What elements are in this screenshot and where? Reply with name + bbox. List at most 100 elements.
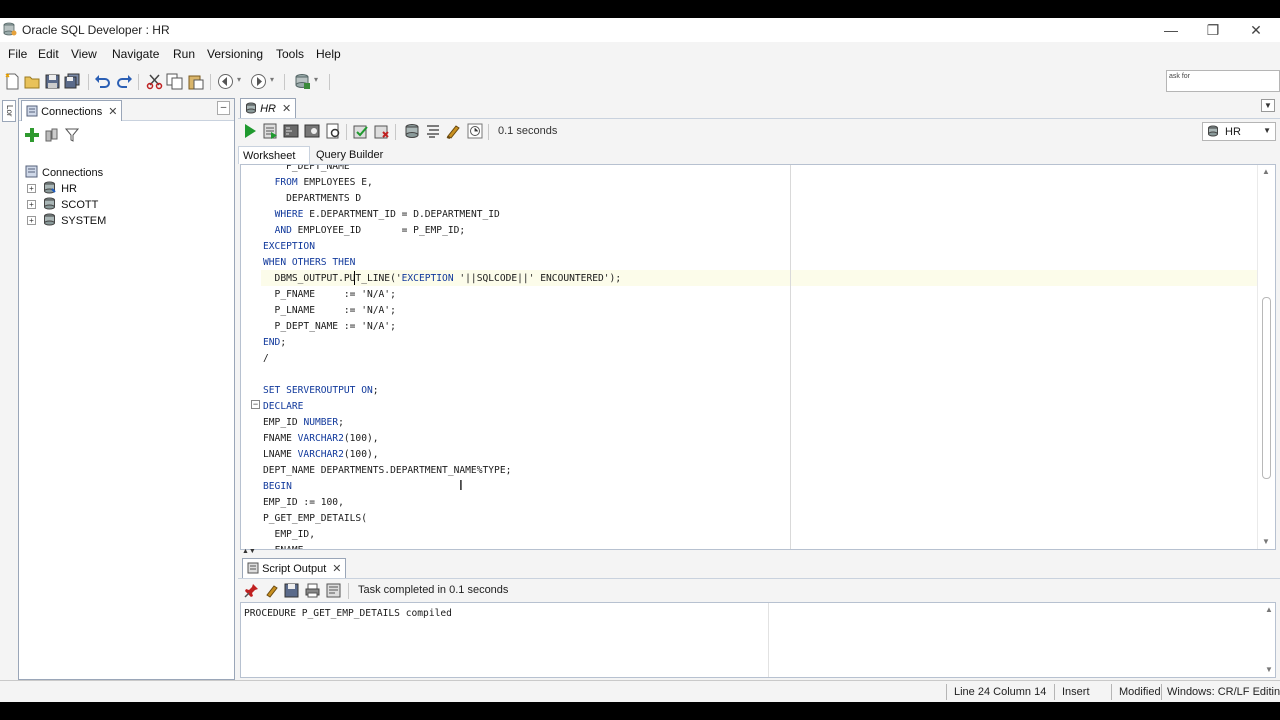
tab-connections-label: Connections (41, 106, 103, 118)
save-all-icon[interactable] (64, 73, 81, 90)
minimize-button[interactable]: — (1156, 20, 1186, 40)
close-tab-icon[interactable]: ✕ (332, 563, 341, 575)
code-line: EMP_ID := 100, (263, 497, 344, 508)
tree-item-label: SYSTEM (61, 215, 107, 227)
restore-button[interactable]: ❐ (1198, 20, 1228, 40)
close-button[interactable]: ✕ (1241, 20, 1271, 40)
tab-query-builder[interactable]: Query Builder (312, 146, 387, 164)
tab-worksheet[interactable]: Worksheet (238, 146, 310, 164)
sql-tuning-icon[interactable] (325, 123, 341, 139)
code-line: DEPT_NAME DEPARTMENTS.DEPARTMENT_NAME%TY… (263, 465, 512, 476)
forward-icon[interactable] (250, 73, 267, 90)
explain-plan-icon[interactable] (304, 123, 320, 139)
code-line: AND EMPLOYEE_ID = P_EMP_ID; (274, 225, 466, 236)
print-icon[interactable] (305, 583, 320, 598)
open-file-icon[interactable] (326, 583, 341, 598)
scroll-down-icon[interactable]: ▼ (1262, 537, 1270, 546)
scroll-up-icon[interactable]: ▲ (1265, 605, 1273, 614)
clear-output-icon[interactable] (264, 583, 279, 598)
code-line: WHERE E.DEPARTMENT_ID = D.DEPARTMENT_ID (274, 209, 500, 220)
sql-worksheet-icon[interactable] (294, 73, 311, 90)
add-connection-icon[interactable] (25, 128, 39, 142)
save-output-icon[interactable] (284, 583, 299, 598)
splitter[interactable]: ▲▼ (240, 548, 1276, 556)
menu-navigate[interactable]: Navigate (112, 47, 159, 61)
forward-dropdown-icon[interactable]: ▾ (270, 75, 274, 84)
tree-item-system[interactable]: + SYSTEM (27, 213, 106, 229)
pin-icon[interactable] (244, 583, 259, 598)
save-icon[interactable] (44, 73, 61, 90)
tree-root-connections[interactable]: Connections (25, 165, 103, 181)
toolbar-separator (348, 583, 349, 599)
new-file-icon[interactable] (4, 73, 21, 90)
line-endings: Windows: CR/LF Editing (1167, 686, 1280, 698)
autotrace-icon[interactable] (283, 123, 299, 139)
menu-file[interactable]: File (8, 47, 27, 61)
tab-script-output[interactable]: Script Output ✕ (242, 558, 347, 578)
vertical-scrollbar[interactable]: ▲ ▼ (1257, 165, 1275, 549)
clear-icon[interactable] (445, 123, 461, 139)
document-list-dropdown[interactable]: ▼ (1261, 99, 1275, 112)
tree-item-label: SCOTT (61, 199, 99, 211)
tab-connections[interactable]: Connections ✕ (21, 100, 123, 121)
fold-toggle[interactable]: − (251, 400, 260, 409)
expand-icon[interactable]: + (27, 200, 36, 209)
unshared-worksheet-icon[interactable] (404, 123, 420, 139)
status-separator (1054, 684, 1055, 700)
menu-help[interactable]: Help (316, 47, 341, 61)
run-script-icon[interactable] (262, 123, 278, 139)
filter-icon[interactable] (65, 128, 79, 142)
script-output-text[interactable]: PROCEDURE P_GET_EMP_DETAILS compiled ▲ ▼ (240, 602, 1276, 678)
minimize-panel-button[interactable]: – (217, 101, 230, 115)
open-folder-icon[interactable] (24, 73, 41, 90)
code-line: FROM EMPLOYEES E, (274, 177, 373, 188)
menu-run[interactable]: Run (173, 47, 195, 61)
title-bar: Oracle SQL Developer : HR — ❐ ✕ (0, 18, 1280, 42)
code-editor[interactable]: − P_DEPT_NAME FROM EMPLOYEES E, DEPARTME… (240, 164, 1276, 550)
menu-tools[interactable]: Tools (276, 47, 304, 61)
left-side-strip: Lor (0, 98, 18, 678)
expand-icon[interactable]: + (27, 184, 36, 193)
commit-icon[interactable] (353, 123, 369, 139)
format-icon[interactable] (425, 123, 441, 139)
refresh-connections-icon[interactable] (45, 128, 59, 142)
back-dropdown-icon[interactable]: ▾ (237, 75, 241, 84)
ask-search-box[interactable]: ask for (1166, 70, 1280, 92)
left-side-tab[interactable]: Lor (2, 100, 16, 122)
i-beam-cursor: I (459, 479, 463, 494)
script-output-icon (247, 562, 259, 574)
cut-icon[interactable] (146, 73, 163, 90)
code-line: EMP_ID NUMBER; (263, 417, 344, 428)
menu-view[interactable]: View (71, 47, 97, 61)
right-margin-guide (790, 165, 791, 549)
connection-selector[interactable]: HR ▼ (1202, 122, 1276, 141)
menu-versioning[interactable]: Versioning (207, 47, 263, 61)
code-line: FNAME VARCHAR2(100), (263, 433, 379, 444)
splitter-arrows-icon[interactable]: ▲▼ (242, 548, 256, 555)
scroll-down-icon[interactable]: ▼ (1265, 665, 1273, 674)
tab-hr-worksheet[interactable]: HR ✕ (240, 98, 297, 118)
scrollbar-thumb[interactable] (1262, 297, 1271, 479)
toolbar-separator (138, 74, 139, 90)
run-statement-icon[interactable] (242, 123, 258, 139)
expand-icon[interactable]: + (27, 216, 36, 225)
tree-item-scott[interactable]: + SCOTT (27, 197, 98, 213)
code-line: P_GET_EMP_DETAILS( (263, 513, 367, 524)
close-tab-icon[interactable]: ✕ (282, 103, 291, 115)
undo-icon[interactable] (94, 73, 111, 90)
tree-item-hr[interactable]: + HR (27, 181, 77, 197)
copy-icon[interactable] (166, 73, 183, 90)
paste-icon[interactable] (187, 73, 204, 90)
sql-history-icon[interactable] (467, 123, 483, 139)
menu-edit[interactable]: Edit (38, 47, 59, 61)
scroll-up-icon[interactable]: ▲ (1262, 167, 1270, 176)
close-tab-icon[interactable]: ✕ (108, 106, 117, 118)
back-icon[interactable] (217, 73, 234, 90)
rollback-icon[interactable] (374, 123, 390, 139)
code-line: / (263, 353, 269, 364)
worksheet-dropdown-icon[interactable]: ▾ (314, 75, 318, 84)
code-line: FNAME (263, 543, 304, 549)
code-line: P_DEPT_NAME (263, 164, 350, 172)
connections-panel: Connections ✕ – Connections + HR + SCOTT … (18, 98, 235, 680)
redo-icon[interactable] (116, 73, 133, 90)
